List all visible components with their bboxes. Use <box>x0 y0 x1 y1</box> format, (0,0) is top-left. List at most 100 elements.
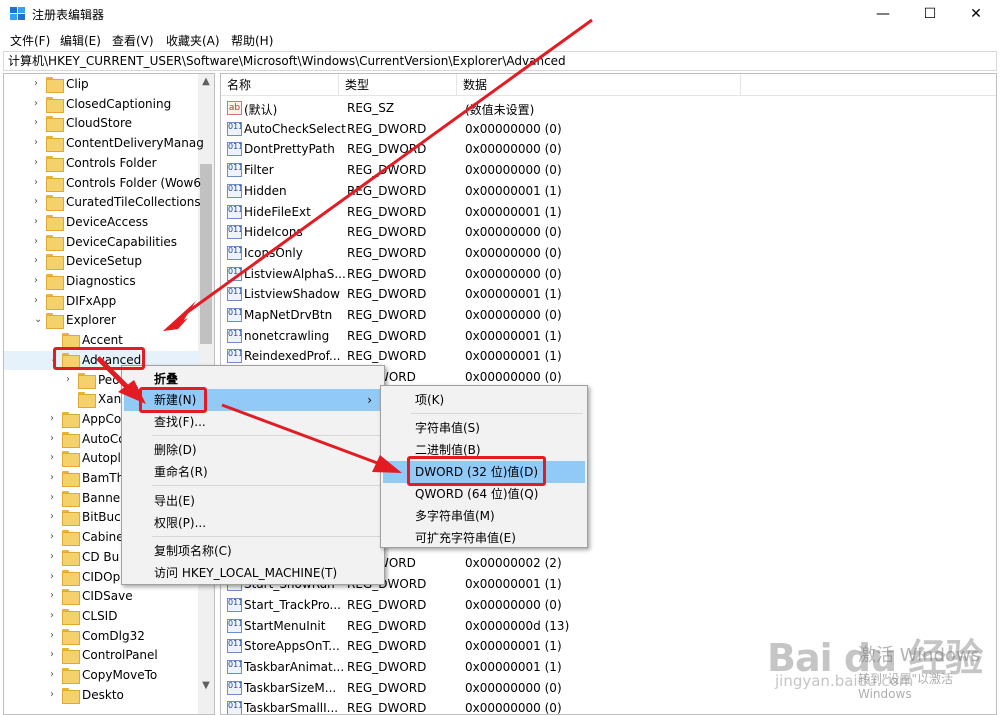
expand-chevron-icon[interactable]: › <box>50 531 60 543</box>
expand-chevron-icon[interactable]: › <box>50 630 60 642</box>
expand-chevron-icon[interactable]: ⌄ <box>34 314 44 326</box>
address-bar[interactable]: 计算机\HKEY_CURRENT_USER\Software\Microsoft… <box>3 51 997 71</box>
table-row[interactable]: 011 110MapNetDrvBtn REG_DWORD 0x00000000 (… <box>221 305 996 326</box>
value-data: 0x00000000 (0) <box>465 370 562 385</box>
expand-chevron-icon[interactable]: › <box>66 374 76 386</box>
expand-chevron-icon[interactable]: › <box>34 177 44 189</box>
tree-item[interactable]: › Deskto <box>4 686 200 706</box>
expand-chevron-icon[interactable]: › <box>50 689 60 701</box>
table-row[interactable]: 011 110nonetcrawling REG_DWORD 0x00000001 … <box>221 326 996 347</box>
submenu-item-qword-value[interactable]: QWORD (64 位)值(Q) <box>383 483 585 505</box>
tree-item[interactable]: ⌄ Explorer <box>4 311 200 331</box>
expand-chevron-icon[interactable]: › <box>34 98 44 110</box>
menu-edit[interactable]: 编辑(E) <box>60 32 101 49</box>
expand-chevron-icon[interactable]: › <box>50 649 60 661</box>
menu-item-visit-hklm[interactable]: 访问 HKEY_LOCAL_MACHINE(T) <box>124 562 382 584</box>
tree-item[interactable]: › Diagnostics <box>4 272 200 292</box>
table-row[interactable]: ab (默认) REG_SZ (数值未设置) <box>221 98 996 119</box>
expand-chevron-icon[interactable]: › <box>34 216 44 228</box>
tree-item[interactable]: › ControlPanel <box>4 646 200 666</box>
expand-chevron-icon[interactable]: › <box>34 117 44 129</box>
submenu-item-multi-string-value[interactable]: 多字符串值(M) <box>383 505 585 527</box>
expand-chevron-icon[interactable]: › <box>50 413 60 425</box>
expand-chevron-icon[interactable]: › <box>34 78 44 90</box>
submenu-item-string-value[interactable]: 字符串值(S) <box>383 417 585 439</box>
menu-item-delete[interactable]: 删除(D) <box>124 439 382 461</box>
tree-item[interactable]: › CloudStore <box>4 114 200 134</box>
tree-item[interactable]: › ComDlg32 <box>4 627 200 647</box>
column-header-data[interactable]: 数据 <box>457 74 741 96</box>
column-header-name[interactable]: 名称 <box>221 74 339 96</box>
expand-chevron-icon[interactable]: › <box>34 275 44 287</box>
menu-view[interactable]: 查看(V) <box>112 32 154 49</box>
expand-chevron-icon[interactable]: › <box>50 452 60 464</box>
expand-chevron-icon[interactable]: › <box>50 472 60 484</box>
menu-item-label: 折叠 <box>154 372 179 386</box>
submenu-item-expandable-string-value[interactable]: 可扩充字符串值(E) <box>383 527 585 549</box>
expand-chevron-icon[interactable] <box>50 334 60 346</box>
expand-chevron-icon[interactable]: › <box>34 236 44 248</box>
table-row[interactable]: 011 110Filter REG_DWORD 0x00000000 (0) <box>221 160 996 181</box>
expand-chevron-icon[interactable]: › <box>34 295 44 307</box>
scrollbar-thumb[interactable] <box>200 164 212 344</box>
tree-item[interactable]: › DeviceCapabilities <box>4 233 200 253</box>
expand-chevron-icon[interactable]: › <box>34 196 44 208</box>
tree-item[interactable]: › Controls Folder <box>4 154 200 174</box>
tree-item[interactable]: › DeviceAccess <box>4 213 200 233</box>
expand-chevron-icon[interactable]: › <box>50 571 60 583</box>
table-row[interactable]: 011 110ListviewAlphaS...REG_DWORD 0x00000… <box>221 264 996 285</box>
value-data: 0x00000000 (0) <box>465 142 562 157</box>
scroll-down-icon[interactable]: ▼ <box>198 678 214 694</box>
expand-chevron-icon[interactable]: › <box>50 511 60 523</box>
scroll-up-icon[interactable]: ▲ <box>198 74 214 90</box>
table-row[interactable]: 011 110Hidden REG_DWORD 0x00000001 (1) <box>221 181 996 202</box>
tree-item-label: CopyMoveTo <box>82 668 158 682</box>
close-button[interactable]: ✕ <box>953 0 999 28</box>
tree-item[interactable]: › DeviceSetup <box>4 252 200 272</box>
expand-chevron-icon[interactable]: › <box>34 137 44 149</box>
value-type: REG_DWORD <box>347 287 427 302</box>
tree-item[interactable]: › Controls Folder (Wow6 <box>4 174 201 194</box>
tree-item[interactable]: › ClosedCaptioning <box>4 95 200 115</box>
table-row[interactable]: 011 110ListviewShadow REG_DWORD 0x00000001… <box>221 284 996 305</box>
table-row[interactable]: 011 110Start_TrackPro... REG_DWORD 0x00000… <box>221 595 996 616</box>
expand-chevron-icon[interactable]: › <box>50 492 60 504</box>
expand-chevron-icon[interactable]: › <box>50 590 60 602</box>
tree-item[interactable]: › CuratedTileCollections <box>4 193 201 213</box>
menu-item-permissions[interactable]: 权限(P)... <box>124 512 382 534</box>
menu-help[interactable]: 帮助(H) <box>231 32 273 49</box>
tree-item[interactable]: › ContentDeliveryManag <box>4 134 204 154</box>
table-row[interactable]: 011 110AutoCheckSelectREG_DWORD 0x0000000… <box>221 119 996 140</box>
submenu-item-key[interactable]: 项(K) <box>383 389 585 411</box>
menu-item-rename[interactable]: 重命名(R) <box>124 461 382 483</box>
tree-item[interactable]: › CLSID <box>4 607 200 627</box>
expand-chevron-icon[interactable]: › <box>50 610 60 622</box>
minimize-button[interactable]: — <box>860 0 906 28</box>
table-row[interactable]: 011 110IconsOnly REG_DWORD 0x00000000 (0) <box>221 243 996 264</box>
value-name: ListviewAlphaS... <box>244 266 346 281</box>
menu-item-copy-key-name[interactable]: 复制项名称(C) <box>124 540 382 562</box>
tree-item[interactable]: › DIFxApp <box>4 292 200 312</box>
folder-icon <box>46 293 64 310</box>
table-row[interactable]: 011 110HideIcons REG_DWORD 0x00000000 (0) <box>221 222 996 243</box>
table-row[interactable]: 011 110ReindexedProf... REG_DWORD 0x000000… <box>221 346 996 367</box>
expand-chevron-icon[interactable]: › <box>50 669 60 681</box>
menu-file[interactable]: 文件(F) <box>10 32 50 49</box>
column-header-type[interactable]: 类型 <box>339 74 457 96</box>
menu-item-find[interactable]: 查找(F)... <box>124 411 382 433</box>
maximize-button[interactable]: ☐ <box>907 0 953 28</box>
value-data: 0x00000002 (2) <box>465 556 562 571</box>
tree-item[interactable]: › CIDSave <box>4 587 200 607</box>
expand-chevron-icon[interactable]: › <box>50 551 60 563</box>
menu-item-export[interactable]: 导出(E) <box>124 490 382 512</box>
tree-item[interactable]: › Clip <box>4 75 200 95</box>
expand-chevron-icon[interactable]: › <box>34 157 44 169</box>
expand-chevron-icon[interactable] <box>66 393 76 405</box>
highlight-box-new <box>139 387 207 413</box>
menu-favorites[interactable]: 收藏夹(A) <box>166 32 220 49</box>
table-row[interactable]: 011 110DontPrettyPath REG_DWORD 0x00000000… <box>221 139 996 160</box>
tree-item[interactable]: › CopyMoveTo <box>4 666 200 686</box>
expand-chevron-icon[interactable]: › <box>50 433 60 445</box>
expand-chevron-icon[interactable]: › <box>34 255 44 267</box>
table-row[interactable]: 011 110HideFileExt REG_DWORD 0x00000001 (1… <box>221 202 996 223</box>
